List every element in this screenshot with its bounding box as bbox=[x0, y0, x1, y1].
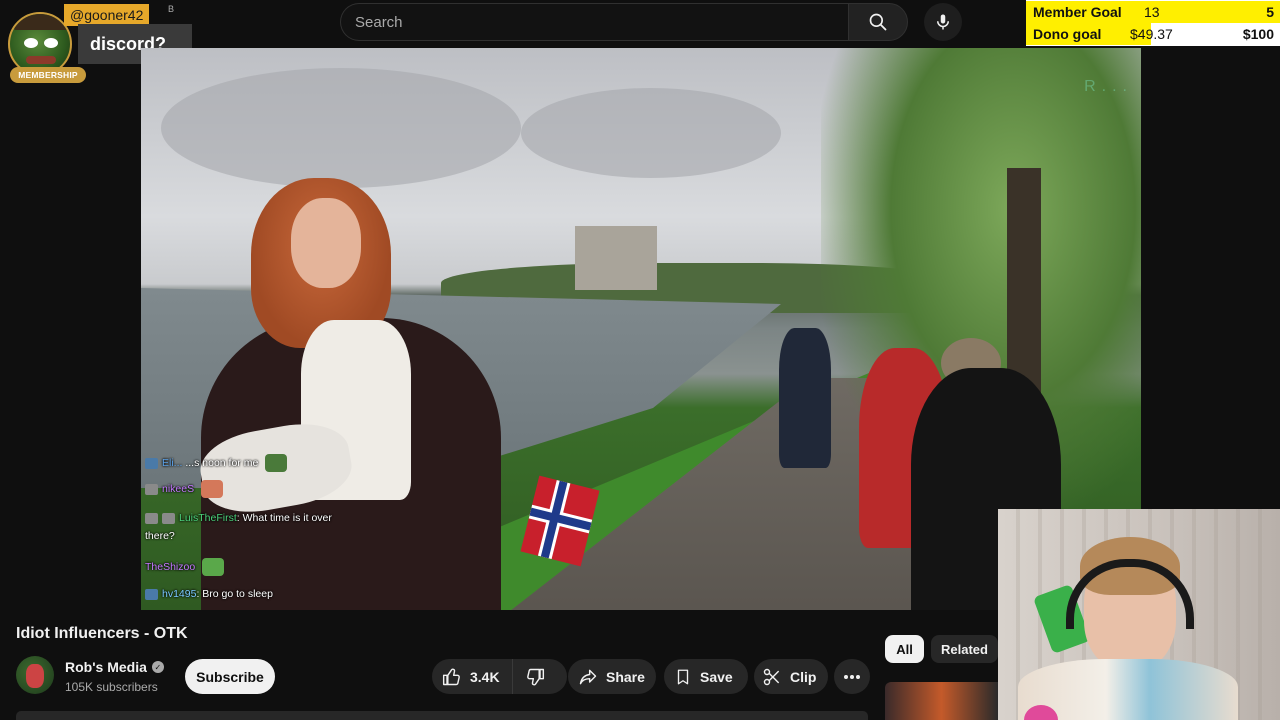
subscriber-count: 105K subscribers bbox=[65, 680, 158, 694]
like-dislike-group: 3.4K bbox=[432, 659, 567, 694]
search-bar: Search bbox=[340, 3, 962, 41]
page: Search Member Goal 13 5 Dono goal $49.37… bbox=[0, 0, 1280, 720]
description-box-edge bbox=[16, 711, 868, 720]
avatar-eye-left bbox=[24, 38, 38, 48]
alert-username-suffix: B bbox=[168, 4, 175, 14]
alert-username: @gooner42 bbox=[64, 4, 150, 26]
emote-icon bbox=[202, 558, 225, 576]
member-goal-target: 5 bbox=[1266, 4, 1274, 20]
channel-name[interactable]: Rob's Media bbox=[65, 659, 147, 675]
chat-message: nikeeS bbox=[145, 480, 224, 498]
avatar-figure bbox=[26, 664, 44, 688]
chat-username: nikeeS bbox=[162, 482, 195, 495]
channel-avatar[interactable] bbox=[16, 656, 54, 694]
voice-search-button[interactable] bbox=[924, 3, 962, 41]
chat-message: Eli... ...s noon for me bbox=[145, 454, 288, 472]
sub-badge-icon bbox=[145, 588, 158, 600]
chat-username: TheShizoo bbox=[145, 560, 196, 573]
subscribe-button[interactable]: Subscribe bbox=[185, 659, 275, 694]
badge-icon bbox=[145, 512, 158, 524]
video-title: Idiot Influencers - OTK bbox=[16, 625, 188, 642]
chat-username: LuisTheFirst bbox=[179, 512, 237, 524]
building bbox=[575, 226, 657, 290]
member-goal-current: 13 bbox=[1144, 4, 1160, 20]
like-count: 3.4K bbox=[470, 668, 500, 685]
recommended-video-thumbnail[interactable] bbox=[885, 682, 998, 720]
woman-face bbox=[291, 198, 361, 288]
chat-message: hv1495: Bro go to sleep bbox=[145, 588, 273, 600]
chip-related[interactable]: Related bbox=[931, 635, 998, 663]
bookmark-icon bbox=[677, 669, 689, 684]
clip-label: Clip bbox=[790, 668, 817, 685]
membership-badge: MEMBERSHIP bbox=[10, 67, 86, 83]
cloud bbox=[521, 88, 781, 178]
chat-username: hv1495 bbox=[162, 588, 197, 600]
share-icon bbox=[579, 669, 597, 684]
more-horizontal-icon bbox=[844, 674, 860, 679]
verified-icon: ✓ bbox=[151, 661, 164, 673]
search-input[interactable]: Search bbox=[340, 3, 848, 41]
dislike-button[interactable] bbox=[513, 659, 557, 694]
like-button[interactable]: 3.4K bbox=[432, 659, 513, 694]
share-label: Share bbox=[606, 668, 645, 685]
chat-message: LuisTheFirst: What time is it over bbox=[145, 512, 332, 524]
thumbs-up-icon bbox=[442, 668, 460, 685]
chat-message-continued: there? bbox=[145, 530, 175, 542]
search-icon bbox=[869, 13, 887, 31]
chip-all[interactable]: All bbox=[885, 635, 924, 663]
person-walking bbox=[779, 328, 831, 468]
stream-goals-panel: Member Goal 13 5 Dono goal $49.37 $100 bbox=[1026, 0, 1280, 46]
dono-goal-label: Dono goal bbox=[1033, 26, 1102, 42]
emote-icon bbox=[201, 480, 224, 498]
share-button[interactable]: Share bbox=[568, 659, 656, 694]
more-actions-button[interactable] bbox=[834, 659, 870, 694]
mod-badge-icon bbox=[162, 512, 175, 524]
dono-goal-target: $100 bbox=[1242, 26, 1274, 42]
search-button[interactable] bbox=[848, 3, 908, 41]
top-bar: Search Member Goal 13 5 Dono goal $49.37… bbox=[0, 0, 1280, 46]
avatar-eye-right bbox=[44, 38, 58, 48]
member-goal-label: Member Goal bbox=[1033, 4, 1122, 20]
chat-text: : Bro go to sleep bbox=[196, 588, 273, 600]
dono-goal-current: $49.37 bbox=[1130, 26, 1173, 42]
emote-icon bbox=[265, 454, 288, 472]
sub-badge-icon bbox=[145, 457, 158, 469]
dono-goal-row: Dono goal $49.37 $100 bbox=[1026, 23, 1280, 45]
save-label: Save bbox=[700, 668, 733, 685]
chat-username: Eli... bbox=[162, 456, 183, 469]
member-goal-row: Member Goal 13 5 bbox=[1026, 1, 1280, 23]
streamer-webcam bbox=[998, 509, 1280, 720]
clip-button[interactable]: Clip bbox=[754, 659, 828, 694]
video-player[interactable]: R... bbox=[141, 48, 1141, 610]
chat-message: TheShizoo bbox=[145, 558, 225, 576]
chat-text: ...s noon for me bbox=[185, 456, 259, 469]
chat-text: : What time is it over bbox=[236, 512, 332, 524]
thumbs-down-icon bbox=[526, 668, 544, 685]
channel-name-row[interactable]: Rob's Media ✓ bbox=[65, 659, 164, 675]
scissors-icon bbox=[763, 668, 780, 685]
video-watermark: R... bbox=[1084, 78, 1133, 95]
search-placeholder: Search bbox=[355, 13, 403, 31]
microphone-icon bbox=[937, 14, 949, 30]
mod-badge-icon bbox=[145, 483, 158, 495]
avatar-mouth bbox=[26, 56, 56, 64]
cloud bbox=[161, 68, 521, 188]
hat-shape bbox=[14, 14, 70, 30]
save-button[interactable]: Save bbox=[664, 659, 748, 694]
